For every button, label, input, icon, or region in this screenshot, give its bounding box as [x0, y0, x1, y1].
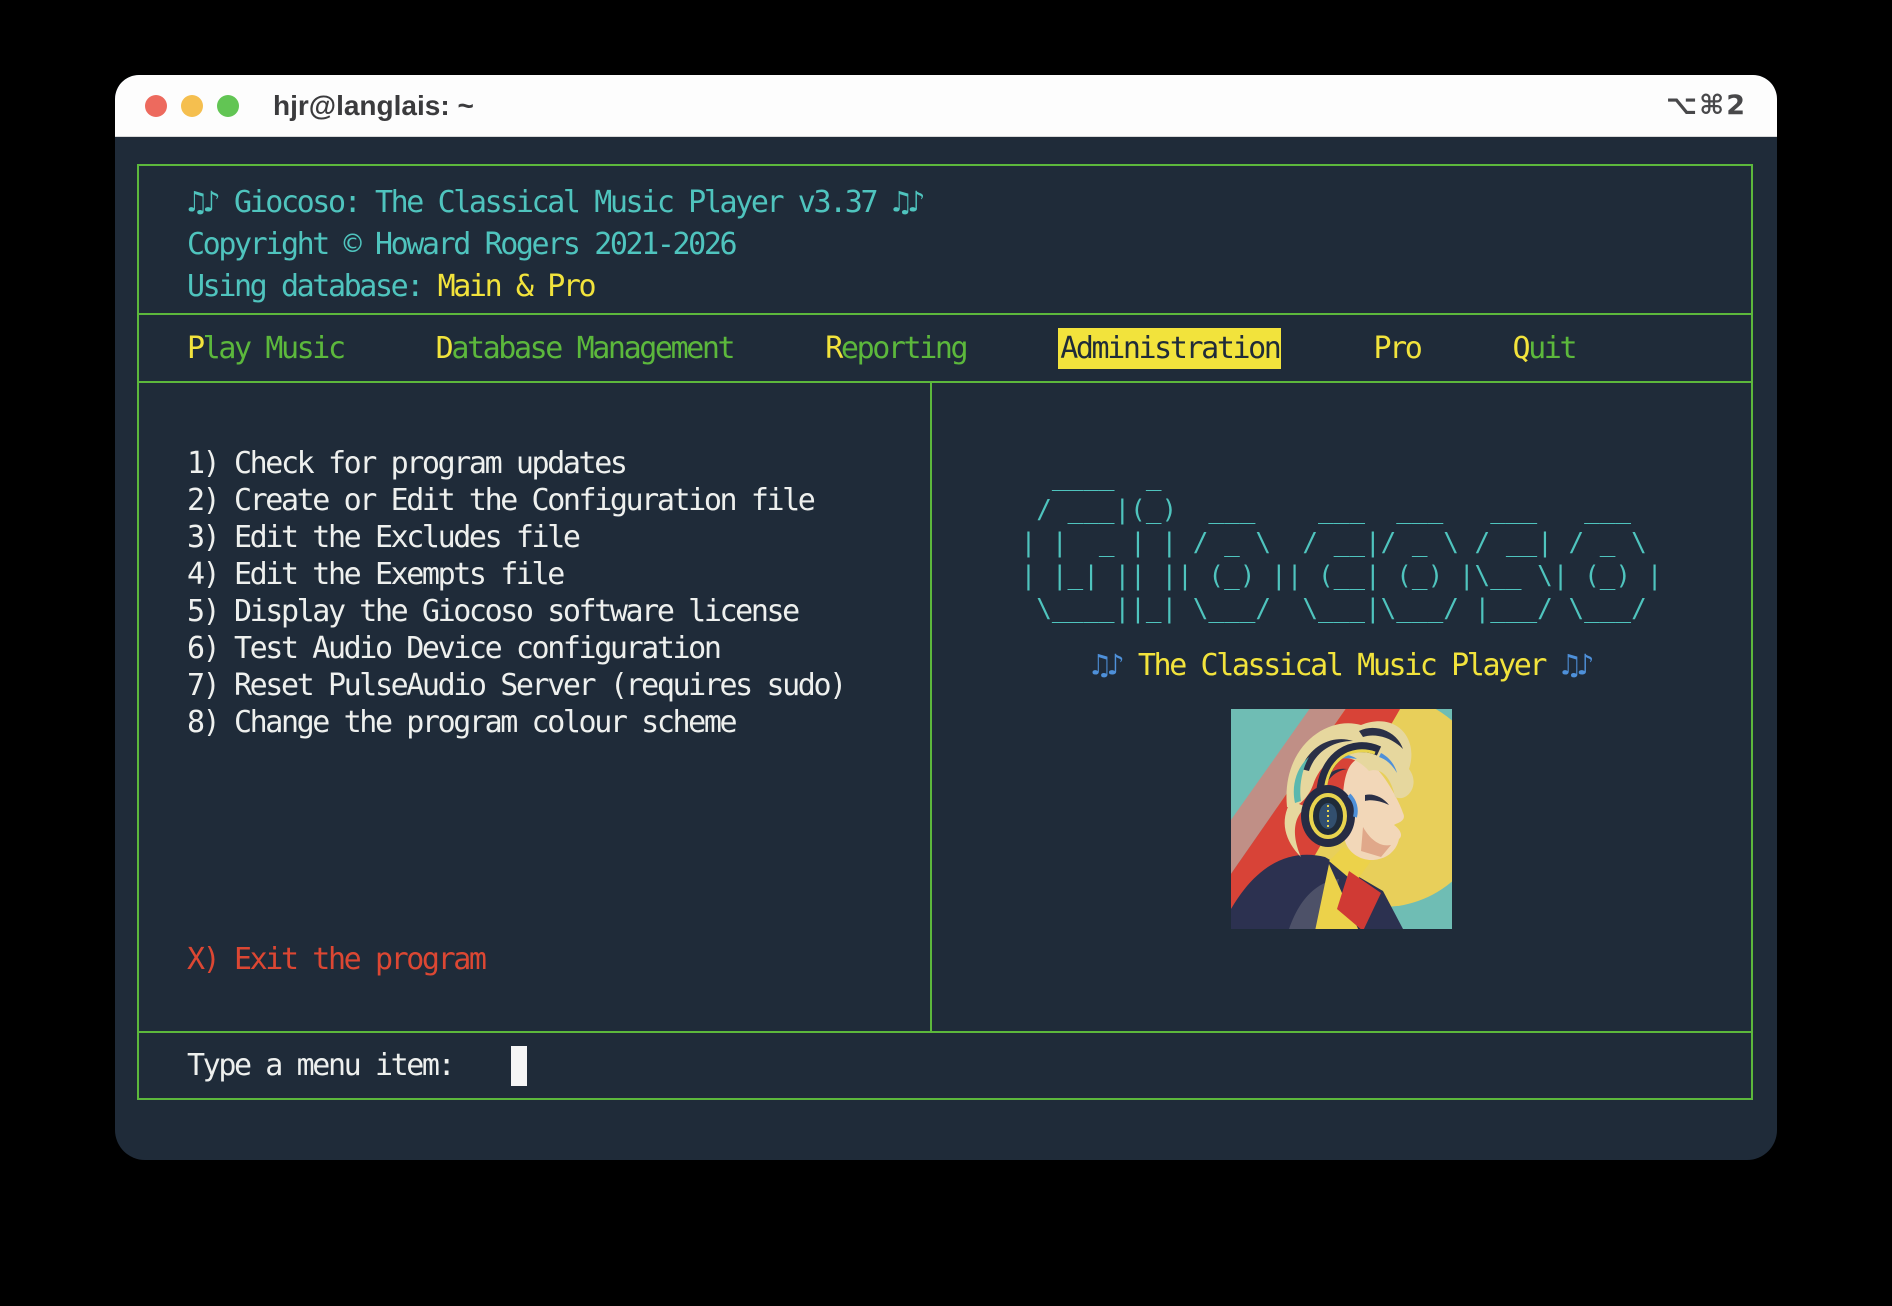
menubar-item-hotkey: Q — [1512, 331, 1528, 366]
prompt-label: Type a menu item: — [187, 1048, 453, 1083]
menubar-item-administration[interactable]: Administration — [1058, 328, 1281, 369]
menubar-item-hotkey: P — [187, 331, 203, 366]
window-shortcut-badge: ⌥⌘2 — [1666, 90, 1747, 121]
menubar-item-hotkey: R — [825, 331, 841, 366]
database-line: Using database: Main & Pro — [187, 266, 1751, 308]
menu-item-1[interactable]: 1) Check for program updates — [187, 445, 930, 482]
menu-item-2[interactable]: 2) Create or Edit the Configuration file — [187, 482, 930, 519]
database-label: Using database: — [187, 269, 438, 304]
main-area: 1) Check for program updates2) Create or… — [139, 381, 1751, 1031]
window-title: hjr@langlais: ~ — [273, 90, 474, 122]
text-cursor[interactable] — [511, 1046, 527, 1086]
menubar-item-reporting[interactable]: Reporting — [825, 331, 966, 366]
app-copyright: Copyright © Howard Rogers 2021-2026 — [187, 224, 1751, 266]
app-header: ♫♪ Giocoso: The Classical Music Player v… — [139, 166, 1751, 313]
menu-item-4[interactable]: 4) Edit the Exempts file — [187, 556, 930, 593]
menubar-item-label: atabase Management — [451, 331, 733, 366]
menubar-item-database-management[interactable]: Database Management — [436, 331, 734, 366]
menubar-item-play-music[interactable]: Play Music — [187, 331, 344, 366]
app-title: ♫♪ Giocoso: The Classical Music Player v… — [187, 182, 1751, 224]
giocoso-ascii-logo: ____ _ / ___|(_) ___ ___ ___ ___ ___ | |… — [1021, 461, 1663, 626]
logo-panel: ____ _ / ___|(_) ___ ___ ___ ___ ___ | |… — [932, 383, 1751, 1031]
menu-item-5[interactable]: 5) Display the Giocoso software license — [187, 593, 930, 630]
menubar-item-label: lay Music — [203, 331, 344, 366]
menu-item-7[interactable]: 7) Reset PulseAudio Server (requires sud… — [187, 667, 930, 704]
music-note-icon: ♫♪ — [1561, 648, 1592, 683]
menubar-item-quit[interactable]: Quit — [1512, 331, 1575, 366]
logo-subtitle-text: The Classical Music Player — [1122, 648, 1561, 683]
close-button[interactable] — [145, 95, 167, 117]
menu-bar: Play Music Database Management Reporting Ad… — [139, 313, 1751, 381]
minimize-button[interactable] — [181, 95, 203, 117]
menubar-item-label: uit — [1528, 331, 1575, 366]
beethoven-artwork — [1231, 709, 1452, 929]
menubar-item-label: eporting — [841, 331, 966, 366]
terminal-frame: ♫♪ Giocoso: The Classical Music Player v… — [137, 164, 1753, 1100]
menu-item-8[interactable]: 8) Change the program colour scheme — [187, 704, 930, 741]
logo-subtitle: ♫♪ The Classical Music Player ♫♪ — [1091, 648, 1592, 683]
menu-list: 1) Check for program updates2) Create or… — [187, 445, 930, 741]
menu-item-6[interactable]: 6) Test Audio Device configuration — [187, 630, 930, 667]
music-note-icon: ♫♪ — [1091, 648, 1122, 683]
prompt-bar: Type a menu item: — [139, 1031, 1751, 1098]
traffic-lights — [145, 95, 239, 117]
menubar-item-hotkey: Pro — [1373, 331, 1420, 366]
menubar-item-pro[interactable]: Pro — [1373, 331, 1420, 366]
zoom-button[interactable] — [217, 95, 239, 117]
titlebar: hjr@langlais: ~ ⌥⌘2 — [115, 75, 1777, 137]
menu-item-exit[interactable]: X) Exit the program — [187, 941, 930, 978]
terminal-window: hjr@langlais: ~ ⌥⌘2 ♫♪ Giocoso: The Clas… — [115, 75, 1777, 1160]
menu-panel: 1) Check for program updates2) Create or… — [139, 383, 932, 1031]
menubar-item-hotkey: D — [436, 331, 452, 366]
menu-item-3[interactable]: 3) Edit the Excludes file — [187, 519, 930, 556]
database-value: Main & Pro — [438, 269, 595, 304]
